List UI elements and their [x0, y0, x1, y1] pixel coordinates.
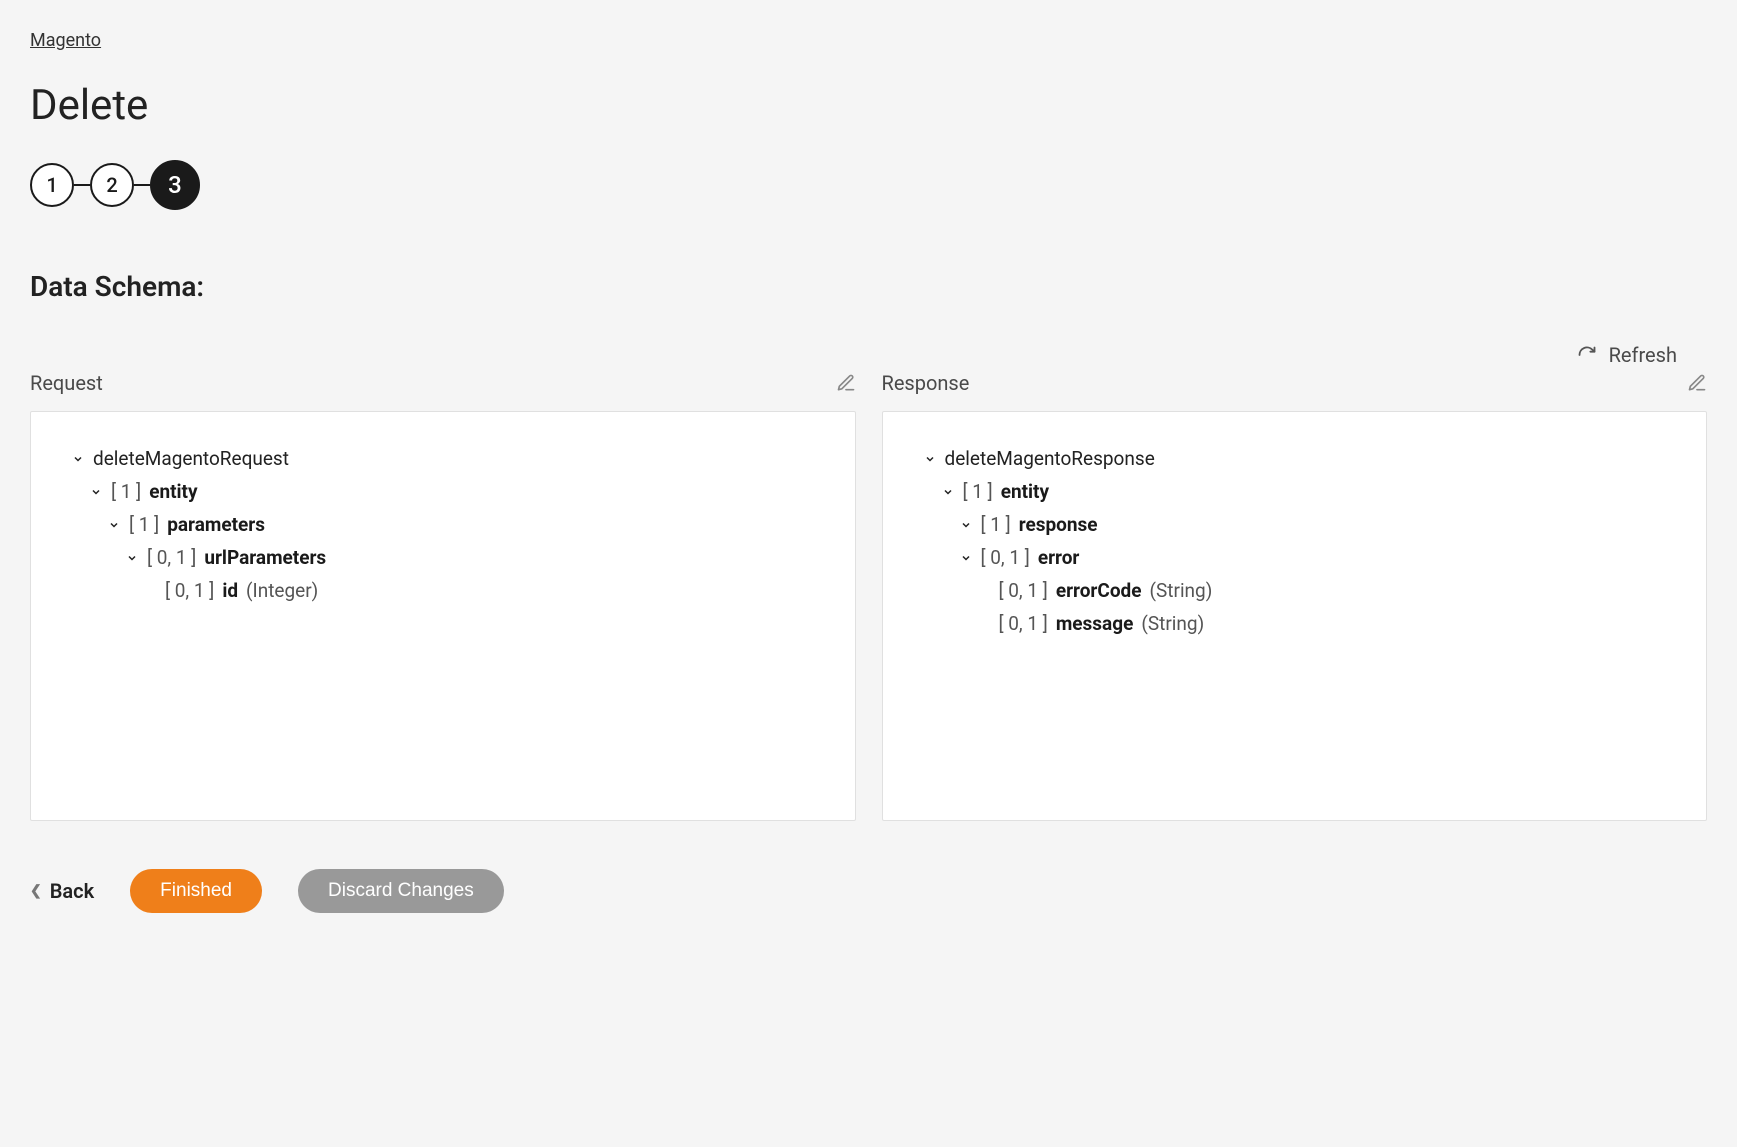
tree-label: response	[1019, 513, 1098, 536]
cardinality: [ 0, 1 ]	[999, 579, 1048, 602]
tree-node[interactable]: [ 0, 1 ] urlParameters	[125, 541, 815, 574]
chevron-down-icon	[71, 453, 85, 465]
section-title: Data Schema:	[30, 270, 1707, 303]
response-panel: deleteMagentoResponse [ 1 ] entity [ 1 ]…	[882, 411, 1708, 821]
chevron-down-icon	[941, 486, 955, 498]
tree-node[interactable]: [ 1 ] response	[959, 508, 1667, 541]
step-1[interactable]: 1	[30, 163, 74, 207]
tree-leaf[interactable]: [ 0, 1 ] message (String)	[977, 607, 1667, 640]
tree-label: message	[1056, 612, 1134, 635]
tree-root[interactable]: deleteMagentoRequest	[71, 442, 815, 475]
tree-root[interactable]: deleteMagentoResponse	[923, 442, 1667, 475]
cardinality: [ 1 ]	[981, 513, 1011, 536]
tree-leaf[interactable]: [ 0, 1 ] id (Integer)	[143, 574, 815, 607]
stepper: 1 2 3	[30, 160, 1707, 210]
chevron-down-icon	[125, 552, 139, 564]
chevron-down-icon	[107, 519, 121, 531]
tree-leaf[interactable]: [ 0, 1 ] errorCode (String)	[977, 574, 1667, 607]
cardinality: [ 1 ]	[129, 513, 159, 536]
cardinality: [ 0, 1 ]	[999, 612, 1048, 635]
tree-node[interactable]: [ 1 ] parameters	[107, 508, 815, 541]
tree-label: error	[1038, 546, 1080, 569]
tree-node[interactable]: [ 0, 1 ] error	[959, 541, 1667, 574]
request-label: Request	[30, 371, 103, 395]
discard-button[interactable]: Discard Changes	[298, 869, 504, 913]
tree-type: (Integer)	[246, 579, 318, 602]
tree-node[interactable]: [ 1 ] entity	[89, 475, 815, 508]
refresh-label[interactable]: Refresh	[1609, 343, 1677, 367]
chevron-down-icon	[959, 552, 973, 564]
breadcrumb-link[interactable]: Magento	[30, 30, 101, 51]
cardinality: [ 1 ]	[963, 480, 993, 503]
chevron-down-icon	[959, 519, 973, 531]
footer: ❮ Back Finished Discard Changes	[30, 869, 1707, 913]
response-column: Response deleteMagentoResponse [ 1 ] ent…	[882, 371, 1708, 821]
tree-label: urlParameters	[204, 546, 326, 569]
tree-node[interactable]: [ 1 ] entity	[941, 475, 1667, 508]
back-label: Back	[50, 879, 94, 903]
tree-type: (String)	[1150, 579, 1213, 602]
chevron-down-icon	[89, 486, 103, 498]
chevron-left-icon: ❮	[30, 883, 42, 899]
cardinality: [ 0, 1 ]	[147, 546, 196, 569]
step-2[interactable]: 2	[90, 163, 134, 207]
response-label: Response	[882, 371, 970, 395]
finished-button[interactable]: Finished	[130, 869, 262, 913]
refresh-icon[interactable]	[1577, 345, 1597, 365]
tree-label: deleteMagentoRequest	[93, 447, 289, 470]
tree-label: parameters	[167, 513, 265, 536]
tree-label: entity	[149, 480, 197, 503]
chevron-down-icon	[923, 453, 937, 465]
page-title: Delete	[30, 81, 1707, 130]
tree-label: errorCode	[1056, 579, 1142, 602]
tree-label: deleteMagentoResponse	[945, 447, 1155, 470]
request-panel: deleteMagentoRequest [ 1 ] entity [ 1 ] …	[30, 411, 856, 821]
cardinality: [ 1 ]	[111, 480, 141, 503]
back-link[interactable]: ❮ Back	[30, 879, 94, 903]
step-connector	[134, 184, 150, 186]
request-column: Request deleteMagentoRequest [ 1 ] entit…	[30, 371, 856, 821]
step-connector	[74, 184, 90, 186]
edit-response-icon[interactable]	[1687, 373, 1707, 393]
tree-type: (String)	[1141, 612, 1204, 635]
tree-label: id	[222, 579, 238, 602]
edit-request-icon[interactable]	[836, 373, 856, 393]
cardinality: [ 0, 1 ]	[981, 546, 1030, 569]
tree-label: entity	[1001, 480, 1049, 503]
step-3[interactable]: 3	[150, 160, 200, 210]
cardinality: [ 0, 1 ]	[165, 579, 214, 602]
